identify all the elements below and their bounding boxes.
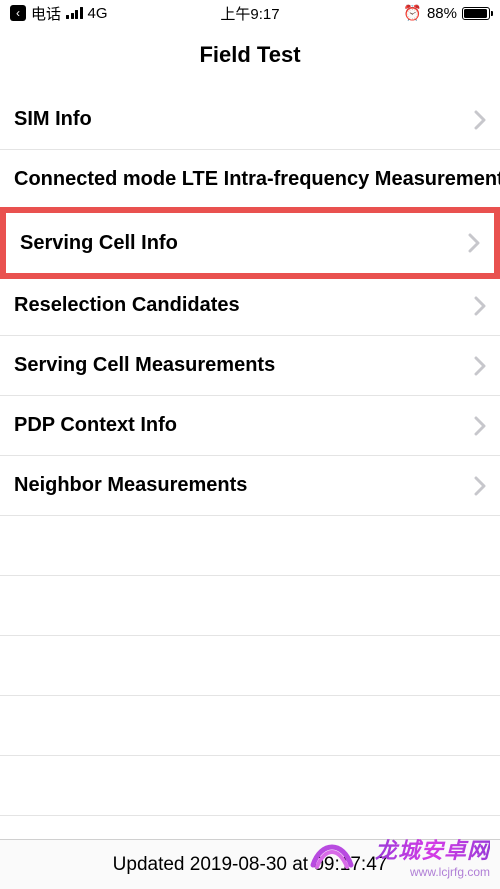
- watermark-main: 龙城安卓网: [375, 838, 490, 864]
- row-empty: .: [0, 516, 500, 576]
- row-pdp-context-info[interactable]: PDP Context Info: [0, 396, 500, 456]
- row-empty: .: [0, 576, 500, 636]
- chevron-right-icon: [474, 476, 486, 496]
- row-connected-mode-lte[interactable]: Connected mode LTE Intra-frequency Measu…: [0, 150, 500, 210]
- battery-icon: [462, 7, 490, 20]
- row-empty: .: [0, 636, 500, 696]
- row-serving-cell-info[interactable]: Serving Cell Info: [6, 213, 494, 273]
- watermark-sub: www.lcjrfg.com: [375, 865, 490, 879]
- chevron-right-icon: [474, 356, 486, 376]
- row-label: PDP Context Info: [14, 414, 177, 437]
- row-label: Reselection Candidates: [14, 294, 240, 317]
- back-chevron-icon: ‹: [16, 7, 20, 19]
- page-title: Field Test: [0, 26, 500, 90]
- row-empty: .: [0, 756, 500, 816]
- row-label: SIM Info: [14, 108, 92, 131]
- battery-percent: 88%: [427, 5, 457, 22]
- status-bar: ‹ 电话 4G 上午9:17 ⏰ 88%: [0, 0, 500, 26]
- highlight-box: Serving Cell Info: [0, 207, 500, 279]
- back-app-chip[interactable]: ‹: [10, 5, 26, 21]
- watermark: 龙城安卓网 www.lcjrfg.com: [375, 838, 490, 879]
- back-app-label: 电话: [31, 3, 61, 24]
- row-label: Serving Cell Measurements: [14, 354, 275, 377]
- chevron-right-icon: [474, 296, 486, 316]
- menu-list: SIM Info Connected mode LTE Intra-freque…: [0, 90, 500, 816]
- row-serving-cell-measurements[interactable]: Serving Cell Measurements: [0, 336, 500, 396]
- row-sim-info[interactable]: SIM Info: [0, 90, 500, 150]
- chevron-right-icon: [474, 416, 486, 436]
- status-right: ⏰ 88%: [403, 4, 490, 22]
- chevron-right-icon: [468, 233, 480, 253]
- row-neighbor-measurements[interactable]: Neighbor Measurements: [0, 456, 500, 516]
- row-empty: .: [0, 696, 500, 756]
- status-left: ‹ 电话 4G: [10, 3, 108, 24]
- signal-icon: [66, 7, 83, 19]
- alarm-icon: ⏰: [403, 4, 422, 22]
- row-reselection-candidates[interactable]: Reselection Candidates: [0, 276, 500, 336]
- chevron-right-icon: [474, 110, 486, 130]
- clock: 上午9:17: [220, 3, 279, 24]
- watermark-swoosh-icon: [309, 835, 355, 871]
- network-label: 4G: [88, 5, 108, 22]
- row-label: Neighbor Measurements: [14, 474, 247, 497]
- row-label: Serving Cell Info: [20, 232, 178, 255]
- row-label: Connected mode LTE Intra-frequency Measu…: [14, 168, 500, 191]
